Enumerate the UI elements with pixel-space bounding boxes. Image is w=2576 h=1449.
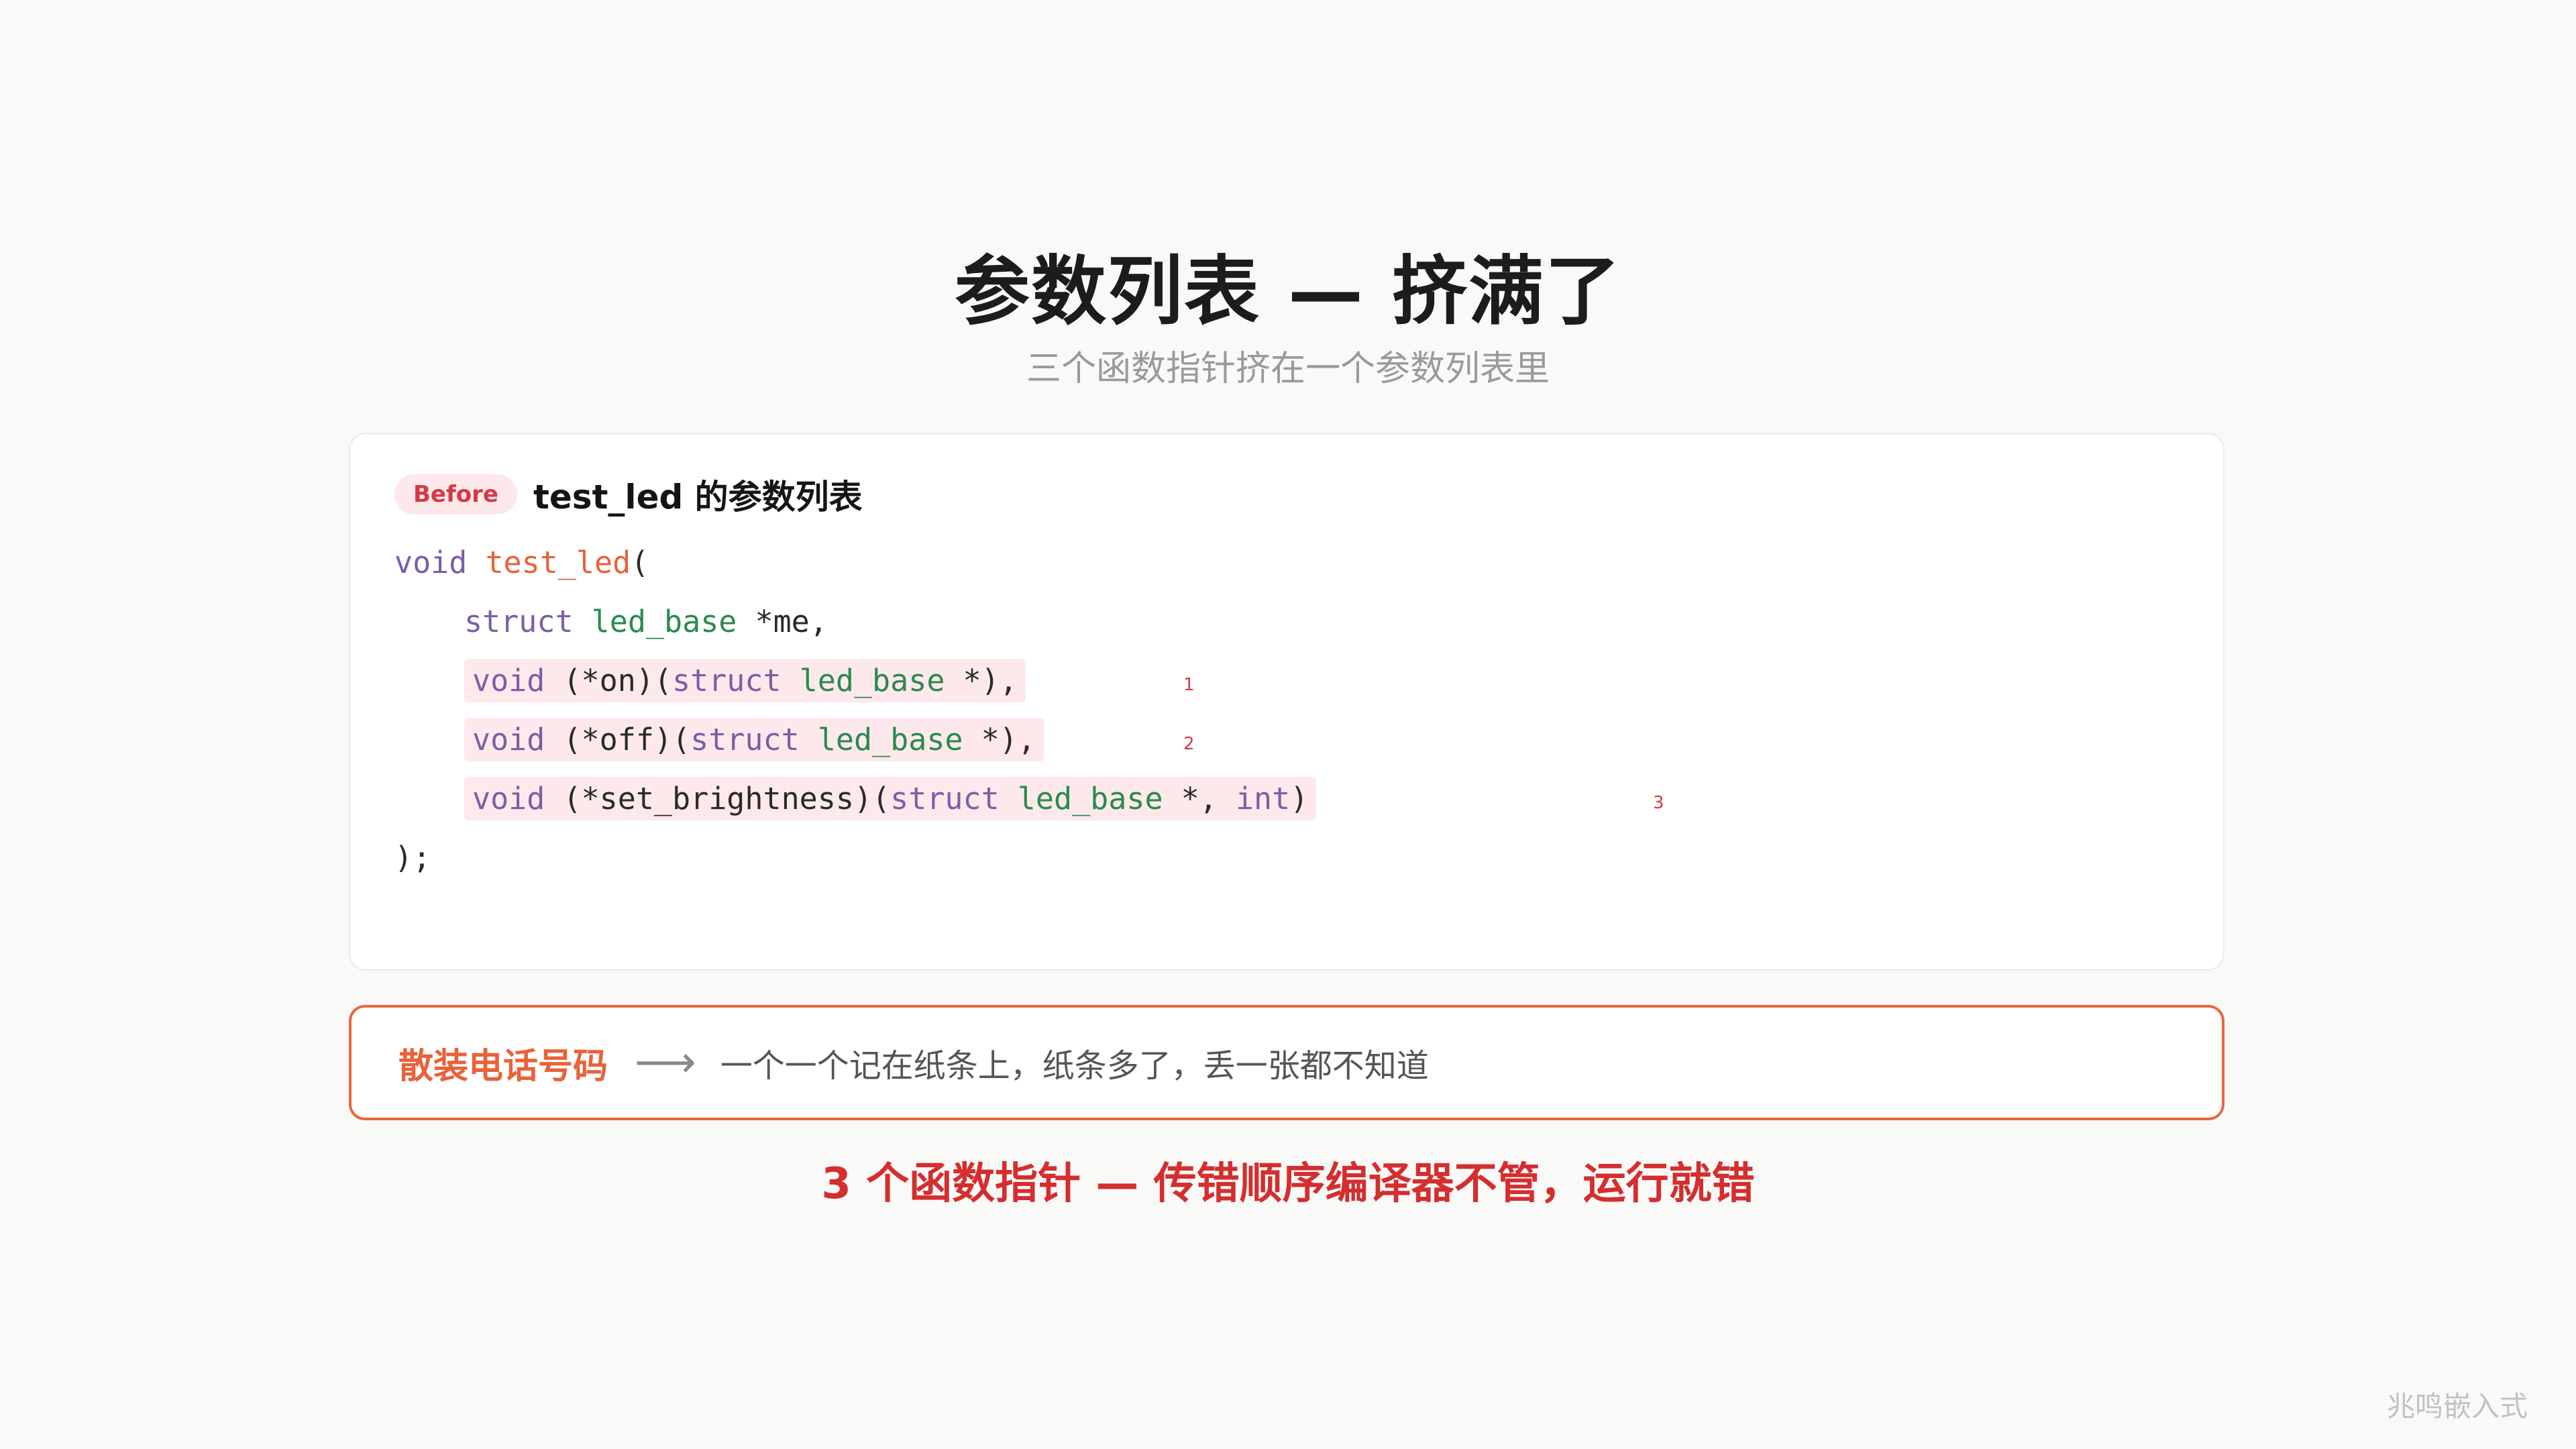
code-line-2: struct led_base *me,	[394, 592, 1316, 651]
callout-label: 散装电话号码	[398, 1046, 608, 1087]
code-line-5: void (*set_brightness)(struct led_base *…	[394, 769, 1664, 828]
code-card: Before test_led 的参数列表 void test_led( str…	[349, 433, 2224, 971]
keyword: struct	[672, 663, 782, 698]
keyword: void	[472, 722, 545, 757]
marker-number: 2	[1183, 734, 1195, 754]
marker-number: 3	[1653, 793, 1664, 813]
analogy-callout: 散装电话号码 ⟶ 一个一个记在纸条上，纸条多了，丢一张都不知道	[349, 1005, 2224, 1120]
type-name: led_base	[817, 722, 963, 757]
code-line-1: void test_led(	[394, 533, 1316, 592]
code-text: (*on)(	[545, 663, 673, 698]
slide-title: 参数列表 — 挤满了	[955, 248, 1621, 335]
code-text: (*off)(	[545, 722, 691, 757]
code-line-6: );	[394, 828, 1316, 888]
watermark: 兆鸣嵌入式	[2386, 1390, 2528, 1423]
function-name: test_led	[485, 545, 631, 580]
highlighted-function-pointer: void (*on)(struct led_base *),	[464, 659, 1026, 702]
code-line-4: void (*off)(struct led_base *), 2	[394, 710, 1316, 769]
keyword: struct	[690, 722, 800, 757]
code-text: (*set_brightness)(	[545, 781, 891, 816]
highlighted-function-pointer: void (*set_brightness)(struct led_base *…	[464, 777, 1317, 820]
marker-number: 1	[1183, 675, 1195, 695]
code-text: *me,	[737, 604, 828, 639]
code-block: void test_led( struct led_base *me, void…	[394, 533, 1664, 888]
callout-text: 一个一个记在纸条上，纸条多了，丢一张都不知道	[720, 1047, 1429, 1085]
card-title: test_led 的参数列表	[533, 478, 863, 517]
warning-text: 3 个函数指针 — 传错顺序编译器不管，运行就错	[821, 1159, 1755, 1209]
code-line-3: void (*on)(struct led_base *), 1	[394, 651, 1316, 710]
before-badge: Before	[394, 474, 517, 515]
keyword: void	[472, 663, 545, 698]
keyword: void	[394, 545, 468, 580]
code-text: (	[631, 545, 649, 580]
keyword: void	[472, 781, 545, 816]
code-text: *),	[963, 722, 1036, 757]
slide-subtitle: 三个函数指针挤在一个参数列表里	[1026, 349, 1550, 389]
type-name: led_base	[1017, 781, 1163, 816]
code-text: *),	[945, 663, 1018, 698]
keyword: int	[1235, 781, 1291, 816]
code-text: );	[394, 840, 431, 875]
card-header: Before test_led 的参数列表	[394, 468, 863, 521]
code-text: *,	[1163, 781, 1236, 816]
highlighted-function-pointer: void (*off)(struct led_base *),	[464, 718, 1044, 761]
code-text: )	[1290, 781, 1309, 816]
arrow-right-icon: ⟶	[635, 1038, 696, 1087]
type-name: led_base	[799, 663, 945, 698]
type-name: led_base	[591, 604, 737, 639]
keyword: struct	[890, 781, 1000, 816]
keyword: struct	[464, 604, 574, 639]
